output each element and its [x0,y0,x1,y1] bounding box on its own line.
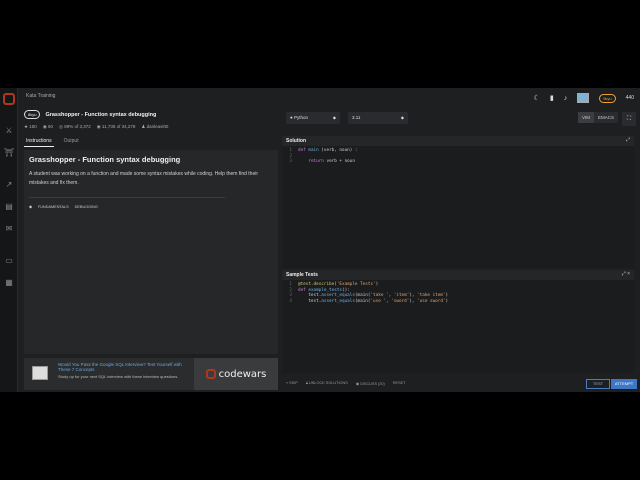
instruction-tabs: Instructions Output [24,136,81,147]
calendar-icon[interactable]: ▤ [4,202,14,212]
editor-mode-toggle: VIM EMACS [577,112,618,123]
leaderboard-icon[interactable]: ↗ [4,180,14,190]
discuss-button[interactable]: ◉ DISCUSS (20) [356,381,385,386]
version-select[interactable]: 3.11 ◆ [348,112,408,124]
ad-brand: codewars [194,358,278,390]
description-title: Grasshopper - Function syntax debugging [29,155,181,164]
avatar[interactable] [577,93,590,103]
tag-icon: ◆ [29,205,32,209]
test-button[interactable]: TEST [586,379,610,389]
kyu-badge: 8kyu [24,110,41,119]
tag-debugging[interactable]: DEBUGGING [75,205,98,209]
chevron-down-icon: ◆ [400,115,404,120]
app-window: ⚔ ⛩ ↗ ▤ ✉ ▭ ▦ Kata Training ☾ ▮ ♪ 9kyu 4… [0,88,640,392]
attempt-button[interactable]: ATTEMPT [611,379,637,389]
tags: ◆ FUNDAMENTALS DEBUGGING [29,204,98,210]
action-bar: » SKIP 🔒︎ UNLOCK SOLUTIONS ◉ DISCUSS (20… [282,376,640,392]
rank-badge: 9kyu [599,93,616,103]
ad-banner[interactable]: Would You Pass the Google SQL Interview?… [24,358,278,390]
unlock-solutions-button[interactable]: 🔒︎ UNLOCK SOLUTIONS [306,381,348,386]
sample-tests-editor[interactable]: 1 @test.describe('Example Tests') 2 def ex… [282,280,634,374]
sword-icon[interactable]: ⚔ [4,126,14,136]
emacs-mode-button[interactable]: EMACS [594,112,618,123]
divider [29,197,225,198]
dojo-icon[interactable]: ⛩ [4,148,14,158]
docs-icon[interactable]: ▦ [4,278,14,288]
ad-image [32,366,48,380]
tab-output[interactable]: Output [62,136,81,147]
bell-icon[interactable]: ♪ [564,95,568,102]
codewars-logo-icon[interactable] [3,93,15,105]
kata-stats: ★ 150 ◉ 60 ◎ 89% of 3,372 ◉ 11,735 of 34… [24,124,168,130]
chevron-down-icon: ◆ [332,115,336,120]
stars-stat: ◉ 60 [42,124,54,129]
solution-label: Solution [286,138,306,144]
honor-count: 440 [625,95,634,101]
tag-fundamentals[interactable]: FUNDAMENTALS [38,205,69,209]
skip-button[interactable]: » SKIP [286,381,298,386]
rank-stat: ★ 150 [24,124,37,129]
bookmark-icon[interactable]: ▮ [550,94,554,102]
language-select[interactable]: ● Python ◆ [286,112,340,124]
sidebar: ⚔ ⛩ ↗ ▤ ✉ ▭ ▦ [0,88,18,392]
ad-subtitle: Study up for your next SQL interview wit… [58,374,179,379]
sample-tests-label: Sample Tests [286,272,318,278]
top-bar: Kata Training ☾ ▮ ♪ 9kyu 440 [18,88,640,108]
solution-header: Solution ⤢ [282,136,634,146]
ad-title[interactable]: Would You Pass the Google SQL Interview?… [58,362,188,372]
codewars-logo-icon [205,369,216,379]
moon-icon[interactable]: ☾ [534,94,540,102]
sample-tests-header: Sample Tests ⤢ × [282,270,634,280]
book-icon[interactable]: ▭ [4,256,14,266]
right-panel: ● Python ◆ 3.11 ◆ VIM EMACS ⛶ Solution ⤢… [282,108,640,392]
satisfaction-stat: ◎ 89% of 3,372 [59,124,91,129]
reset-button[interactable]: RESET [393,381,406,386]
vim-mode-button[interactable]: VIM [577,112,594,123]
completions-stat: ◉ 11,735 of 34,278 [96,124,136,129]
expand-icon[interactable]: ⤢ × [622,271,630,277]
brand-name: codewars [218,368,267,380]
kata-title: Grasshopper - Function syntax debugging [45,111,157,118]
solution-editor[interactable]: 1 def main (verb, noun) : 2 3 return verb… [282,146,634,268]
chat-icon[interactable]: ✉ [4,224,14,234]
author-stat: ♟ danleavitt0 [141,124,169,129]
tab-instructions[interactable]: Instructions [24,136,54,147]
description-text: A student was working on a function and … [29,171,259,186]
description-panel: Grasshopper - Function syntax debugging … [24,150,278,354]
kata-training-label[interactable]: Kata Training [26,93,55,99]
expand-icon[interactable]: ⤢ [626,137,630,143]
fullscreen-icon[interactable]: ⛶ [622,112,636,126]
left-panel: 8kyu Grasshopper - Function syntax debug… [18,108,280,392]
